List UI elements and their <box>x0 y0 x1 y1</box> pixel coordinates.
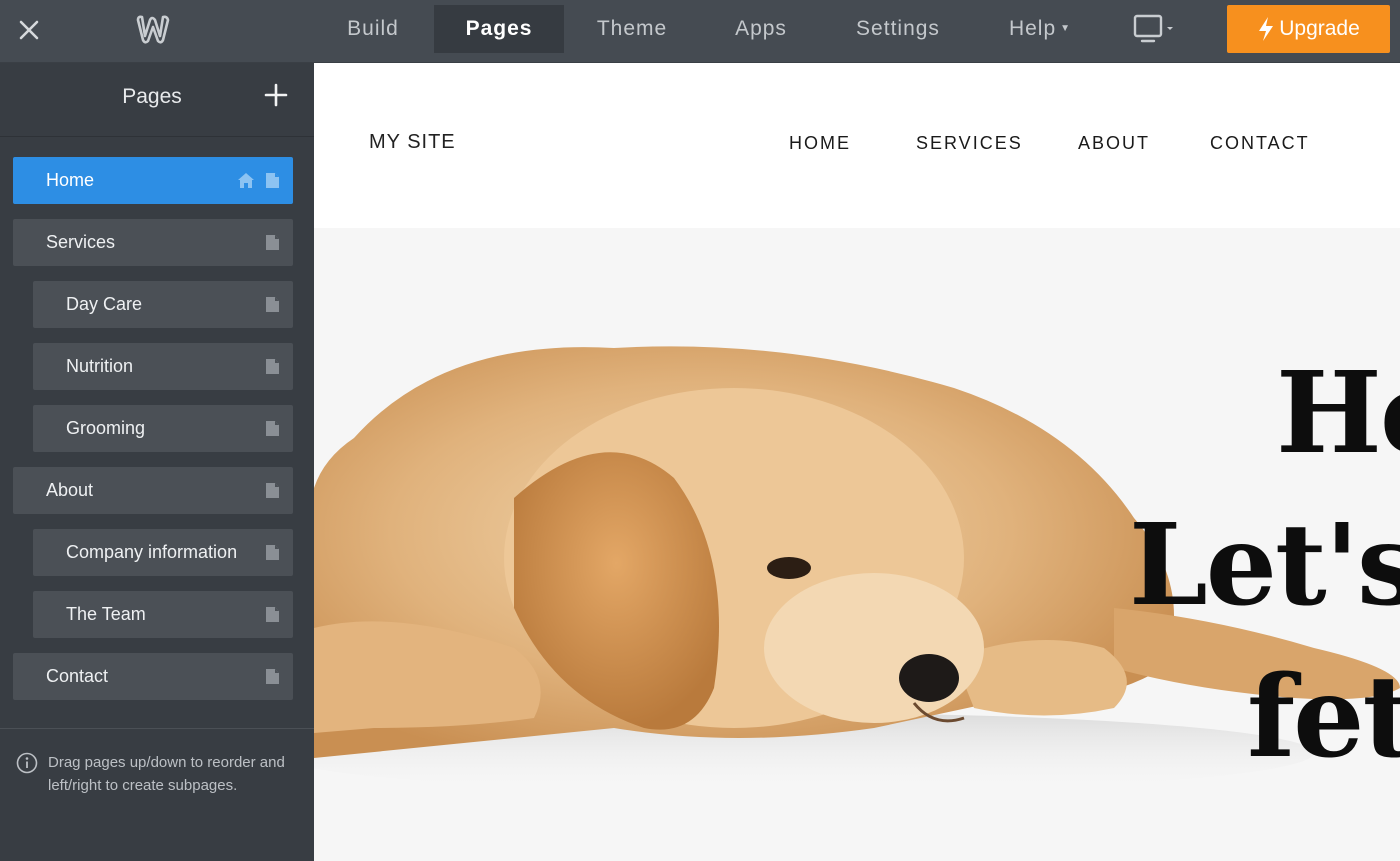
page-item-grooming[interactable]: Grooming <box>33 405 293 452</box>
site-nav-contact[interactable]: CONTACT <box>1210 133 1310 154</box>
sidebar-title: Pages <box>122 85 182 108</box>
lightning-icon <box>1259 17 1274 41</box>
add-page-button[interactable] <box>262 81 290 109</box>
editor-toolbar: Build Pages Theme Apps Settings Help ▼ Up… <box>0 0 1400 63</box>
page-icon <box>266 545 279 560</box>
close-icon <box>19 20 39 40</box>
hero-heading-line-1[interactable]: He <box>1276 348 1400 479</box>
page-item-the-team[interactable]: The Team <box>33 591 293 638</box>
desktop-icon <box>1133 14 1173 43</box>
page-icon <box>266 359 279 374</box>
upgrade-label: Upgrade <box>1279 17 1360 40</box>
close-editor-button[interactable] <box>14 15 44 45</box>
site-nav-home[interactable]: HOME <box>789 133 851 154</box>
page-icon <box>266 173 279 188</box>
tab-help[interactable]: Help ▼ <box>990 5 1090 53</box>
tab-help-label: Help <box>1008 17 1057 40</box>
hero-heading-line-2[interactable]: Let's <box>1129 500 1400 631</box>
site-logo[interactable]: MY SITE <box>369 131 456 154</box>
page-item-contact[interactable]: Contact <box>13 653 293 700</box>
hint-text: Drag pages up/down to reorder and left/r… <box>48 754 285 794</box>
hero-section[interactable]: He Let's fetc <box>314 228 1400 861</box>
sidebar-header: Pages <box>0 63 314 137</box>
site-nav-about[interactable]: ABOUT <box>1078 133 1150 154</box>
tab-apps[interactable]: Apps <box>706 5 816 53</box>
page-item-label: Services <box>46 232 116 252</box>
reorder-hint: Drag pages up/down to reorder and left/r… <box>0 728 314 794</box>
page-icon <box>266 483 279 498</box>
page-item-nutrition[interactable]: Nutrition <box>33 343 293 390</box>
site-nav-services[interactable]: SERVICES <box>916 133 1023 154</box>
weebly-logo <box>134 14 172 46</box>
tab-build[interactable]: Build <box>318 5 428 53</box>
page-item-label: Home <box>46 170 95 190</box>
site-header: MY SITE HOME SERVICES ABOUT CONTACT <box>314 63 1400 228</box>
site-preview: MY SITE HOME SERVICES ABOUT CONTACT H Le… <box>314 63 1400 861</box>
page-item-label: Day Care <box>66 294 143 314</box>
page-icon <box>266 607 279 622</box>
page-icon <box>266 297 279 312</box>
hero-heading-line-3[interactable]: fetc <box>1247 652 1400 783</box>
info-icon <box>16 752 38 774</box>
page-item-about[interactable]: About <box>13 467 293 514</box>
page-item-home[interactable]: Home <box>13 157 293 204</box>
upgrade-button[interactable]: Upgrade <box>1227 5 1390 53</box>
tab-theme[interactable]: Theme <box>572 5 692 53</box>
pages-sidebar: Pages Home Services Day Care Nutrition G… <box>0 63 314 861</box>
page-icon <box>266 235 279 250</box>
page-item-label: Nutrition <box>66 356 134 376</box>
tab-pages[interactable]: Pages <box>434 5 564 53</box>
page-item-label: The Team <box>66 604 146 624</box>
page-icon <box>266 421 279 436</box>
page-item-company-information[interactable]: Company information <box>33 529 293 576</box>
page-item-services[interactable]: Services <box>13 219 293 266</box>
plus-icon <box>264 83 288 107</box>
page-item-label: Company information <box>66 542 238 562</box>
page-item-label: Contact <box>46 666 109 686</box>
tab-settings[interactable]: Settings <box>830 5 966 53</box>
page-item-day-care[interactable]: Day Care <box>33 281 293 328</box>
page-item-label: About <box>46 480 94 500</box>
chevron-down-icon: ▼ <box>1060 23 1072 35</box>
page-item-label: Grooming <box>66 418 146 438</box>
device-preview-button[interactable] <box>1132 14 1178 46</box>
home-icon <box>238 173 254 188</box>
page-icon <box>266 669 279 684</box>
